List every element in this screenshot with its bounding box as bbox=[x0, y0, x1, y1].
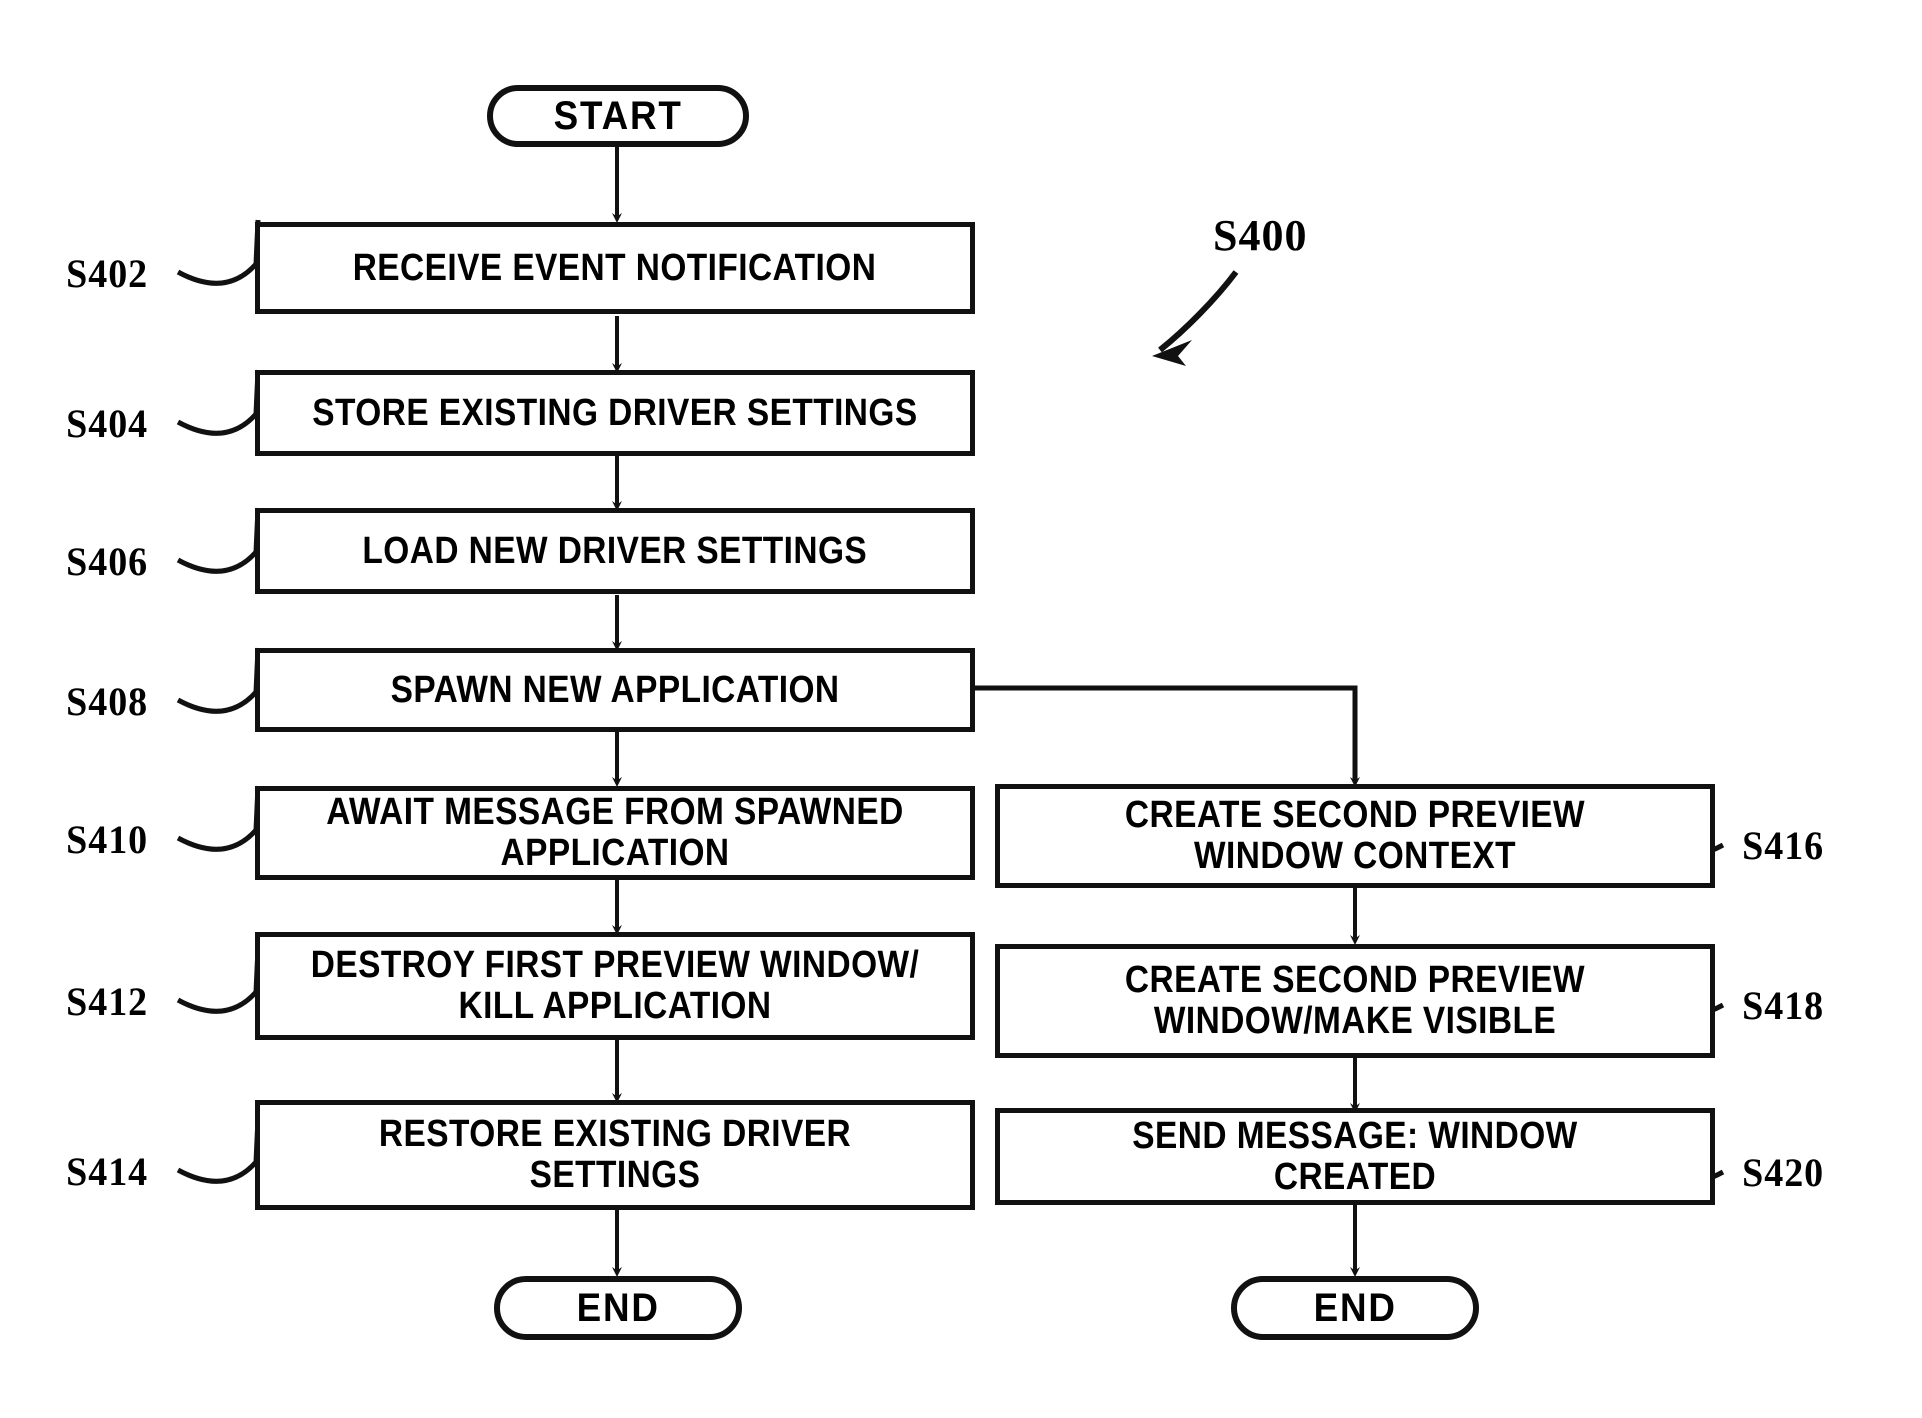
node-s412-label: DESTROY FIRST PREVIEW WINDOW/ KILL APPLI… bbox=[310, 944, 920, 1027]
leader-s410 bbox=[176, 785, 261, 852]
node-s416-label: CREATE SECOND PREVIEW WINDOW CONTEXT bbox=[1124, 794, 1586, 877]
node-s408-spawn-new-application[interactable]: SPAWN NEW APPLICATION bbox=[255, 648, 975, 732]
leader-s408 bbox=[176, 647, 261, 714]
step-ref-s404: S404 bbox=[66, 401, 149, 446]
step-ref-s410: S410 bbox=[66, 817, 149, 862]
node-start-label: START bbox=[553, 93, 683, 138]
node-s418-create-second-preview-window-make-visible[interactable]: CREATE SECOND PREVIEW WINDOW/MAKE VISIBL… bbox=[995, 944, 1715, 1058]
leader-s404 bbox=[176, 369, 261, 436]
step-ref-s402: S402 bbox=[66, 251, 149, 296]
leader-s402 bbox=[176, 219, 261, 286]
node-end-left[interactable]: END bbox=[494, 1276, 742, 1340]
node-end-right-label: END bbox=[1313, 1285, 1397, 1330]
step-ref-s420: S420 bbox=[1742, 1150, 1825, 1195]
node-s418-label: CREATE SECOND PREVIEW WINDOW/MAKE VISIBL… bbox=[1124, 959, 1586, 1042]
leader-s414 bbox=[176, 1117, 261, 1184]
node-s404-label: STORE EXISTING DRIVER SETTINGS bbox=[312, 391, 918, 434]
step-ref-s418: S418 bbox=[1742, 983, 1825, 1028]
node-s410-label: AWAIT MESSAGE FROM SPAWNED APPLICATION bbox=[326, 791, 904, 874]
step-ref-s406: S406 bbox=[66, 539, 149, 584]
node-s412-destroy-first-preview-window-kill-application[interactable]: DESTROY FIRST PREVIEW WINDOW/ KILL APPLI… bbox=[255, 932, 975, 1040]
node-s414-restore-existing-driver-settings[interactable]: RESTORE EXISTING DRIVER SETTINGS bbox=[255, 1100, 975, 1210]
node-end-right[interactable]: END bbox=[1231, 1276, 1479, 1340]
node-start[interactable]: START bbox=[487, 85, 749, 147]
node-s420-send-message-window-created[interactable]: SEND MESSAGE: WINDOW CREATED bbox=[995, 1108, 1715, 1205]
node-s408-label: SPAWN NEW APPLICATION bbox=[390, 668, 840, 711]
node-end-left-label: END bbox=[576, 1285, 660, 1330]
node-s414-label: RESTORE EXISTING DRIVER SETTINGS bbox=[378, 1113, 852, 1196]
leader-s406 bbox=[176, 507, 261, 574]
leader-s412 bbox=[176, 947, 261, 1014]
figure-ref-arrow bbox=[1158, 270, 1239, 353]
step-ref-s408: S408 bbox=[66, 679, 149, 724]
figure-reference-label: S400 bbox=[1213, 211, 1308, 260]
step-ref-s416: S416 bbox=[1742, 823, 1825, 868]
node-s416-create-second-preview-window-context[interactable]: CREATE SECOND PREVIEW WINDOW CONTEXT bbox=[995, 784, 1715, 888]
node-s410-await-message-from-spawned-application[interactable]: AWAIT MESSAGE FROM SPAWNED APPLICATION bbox=[255, 786, 975, 880]
node-s402-label: RECEIVE EVENT NOTIFICATION bbox=[353, 246, 877, 289]
node-s402-receive-event-notification[interactable]: RECEIVE EVENT NOTIFICATION bbox=[255, 222, 975, 314]
step-ref-s414: S414 bbox=[66, 1149, 149, 1194]
node-s406-label: LOAD NEW DRIVER SETTINGS bbox=[362, 529, 868, 572]
node-s420-label: SEND MESSAGE: WINDOW CREATED bbox=[1132, 1114, 1578, 1198]
node-s406-load-new-driver-settings[interactable]: LOAD NEW DRIVER SETTINGS bbox=[255, 508, 975, 594]
step-ref-s412: S412 bbox=[66, 979, 149, 1024]
edge-s408-to-s416 bbox=[975, 685, 1360, 787]
node-s404-store-existing-driver-settings[interactable]: STORE EXISTING DRIVER SETTINGS bbox=[255, 370, 975, 456]
flowchart-figure: START RECEIVE EVENT NOTIFICATION STORE E… bbox=[0, 0, 1922, 1418]
